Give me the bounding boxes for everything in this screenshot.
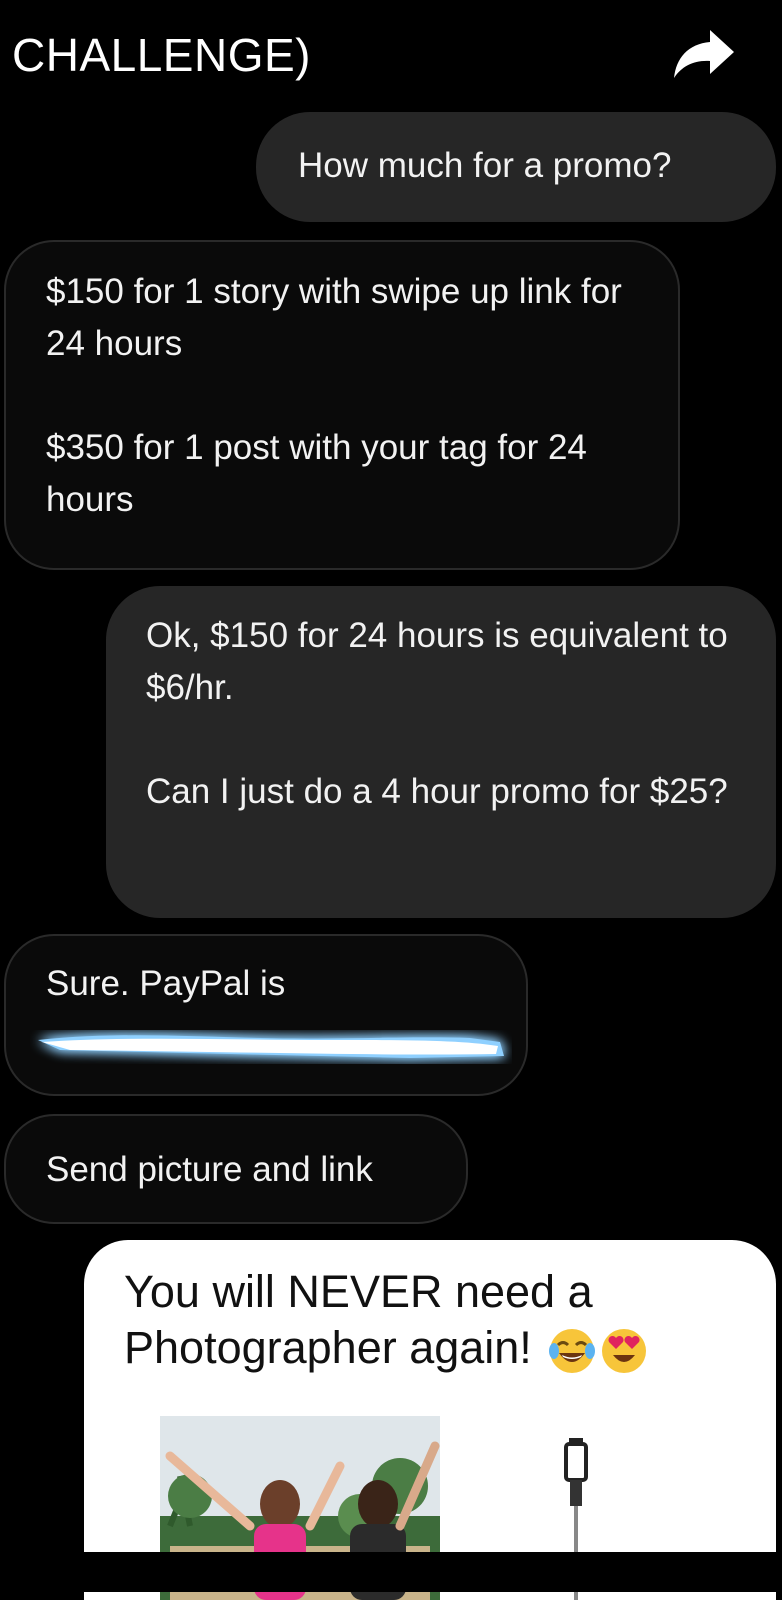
message-text: Can I just do a 4 hour promo for $25? xyxy=(146,772,728,811)
message-bubble-incoming: Send picture and link xyxy=(4,1114,468,1224)
heart-eyes-icon xyxy=(602,1329,647,1374)
message-bubble-outgoing: How much for a promo? xyxy=(256,112,776,222)
message-bubble-incoming: Sure. PayPal is xyxy=(4,934,528,1096)
message-text: Send picture and link xyxy=(46,1150,373,1189)
message-text: How much for a promo? xyxy=(298,146,672,185)
message-text: $150 for 1 story with swipe up link for … xyxy=(46,272,622,363)
bottom-edge xyxy=(0,1552,782,1592)
shared-ad-card[interactable]: You will NEVER need a Photographer again… xyxy=(84,1240,776,1600)
message-bubble-outgoing: Ok, $150 for 24 hours is equivalent to $… xyxy=(106,586,776,918)
message-text: Ok, $150 for 24 hours is equivalent to $… xyxy=(146,616,728,707)
ad-headline: You will NEVER need a Photographer again… xyxy=(124,1264,764,1376)
message-text: Sure. PayPal is xyxy=(46,964,286,1003)
message-bubble-incoming: $150 for 1 story with swipe up link for … xyxy=(4,240,680,570)
ad-headline-text: You will NEVER need a Photographer again… xyxy=(124,1266,593,1373)
message-text: $350 for 1 post with your tag for 24 hou… xyxy=(46,428,587,519)
share-arrow-icon[interactable] xyxy=(672,26,736,82)
face-with-tears-of-joy-icon xyxy=(549,1329,596,1374)
chat-title: CHALLENGE) xyxy=(12,29,311,81)
